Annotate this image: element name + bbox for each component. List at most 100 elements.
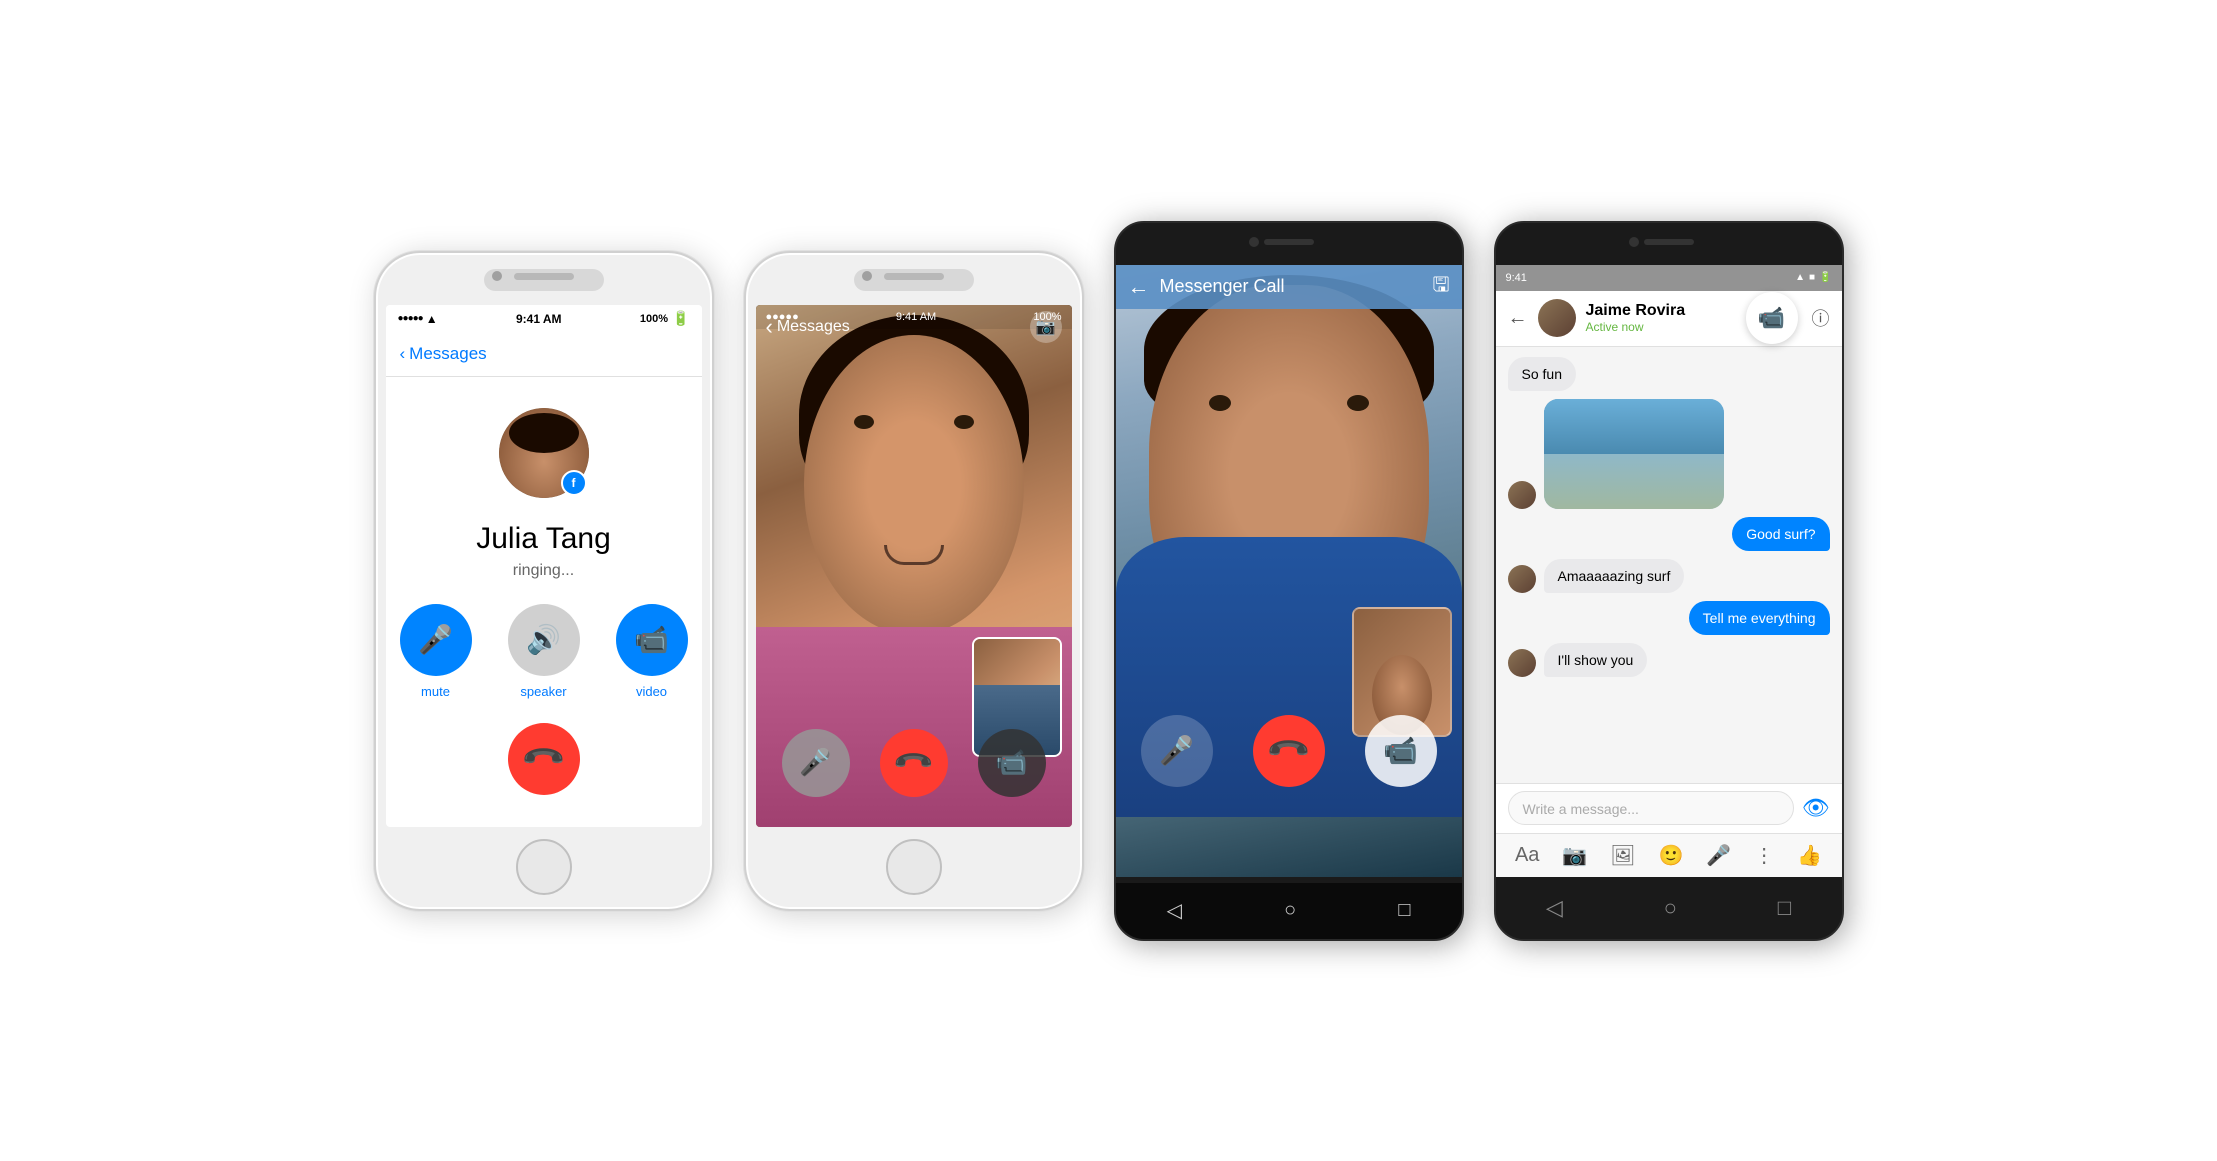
phone4-screen-content: 9:41 ▲ ■ 🔋 ← Jaime Rovira Active now (1496, 265, 1842, 877)
nav4-home-icon[interactable]: ○ (1664, 895, 1677, 921)
speaker-group: 🔊 speaker (508, 604, 580, 699)
bubble-show-you: I'll show you (1544, 643, 1648, 677)
phone3-end-icon: 📞 (1265, 727, 1313, 775)
wifi-icon-4: ▲ (1795, 272, 1805, 283)
phone2-mute-icon: 🎤 (799, 747, 831, 778)
nav4-recent-icon[interactable]: □ (1778, 895, 1791, 921)
phone4-header: ← Jaime Rovira Active now 📹 ⓘ (1496, 291, 1842, 347)
phone4-avatar (1538, 299, 1576, 337)
speaker-button[interactable]: 🔊 (508, 604, 580, 676)
msg-text-show-you: I'll show you (1558, 652, 1634, 668)
phone-1-iphone-voice: ●●●●● ▲ 9:41 AM 100% 🔋 ‹ Messages (374, 251, 714, 911)
mute-button[interactable]: 🎤 (400, 604, 472, 676)
phone3-top-bar: ← Messenger Call 🖫 (1116, 265, 1462, 309)
speaker-dot (514, 273, 574, 280)
phone4-contact-name: Jaime Rovira (1586, 302, 1686, 320)
msg-text-amazing-surf: Amaaaaazing surf (1558, 568, 1671, 584)
toolbar-emoji-btn[interactable]: 🙂 (1658, 843, 1683, 868)
phone3-call-controls: 🎤 📞 📹 (1116, 715, 1462, 787)
phone2-call-controls: 🎤 📞 📹 (756, 729, 1072, 797)
phone1-body: f Julia Tang ringing... 🎤 mute (386, 377, 702, 827)
chevron-left-icon: ‹ (400, 344, 406, 364)
phone3-screen-content: ← Messenger Call 🖫 🎤 📞 (1116, 265, 1462, 877)
camera-dot-2 (862, 271, 872, 281)
phone2-camera-btn[interactable]: 📷 (1030, 311, 1062, 343)
phone3-end-btn[interactable]: 📞 (1253, 715, 1325, 787)
toolbar-image-btn[interactable]: 🖼 (1610, 843, 1635, 868)
nav-back-icon[interactable]: ◁ (1167, 898, 1182, 923)
bubble-good-surf: Good surf? (1732, 517, 1829, 551)
phone3-android-nav: ◁ ○ □ (1116, 883, 1462, 939)
image-bubble (1544, 399, 1724, 509)
toolbar-camera-btn[interactable]: 📷 (1562, 843, 1587, 868)
call-status: ringing... (476, 562, 611, 580)
phone3-mute-btn[interactable]: 🎤 (1141, 715, 1213, 787)
msg-tell-me: Tell me everything (1508, 601, 1830, 635)
phone-4-screen: 9:41 ▲ ■ 🔋 ← Jaime Rovira Active now (1496, 265, 1842, 877)
back-label: Messages (409, 344, 486, 364)
phone2-back-btn[interactable]: ‹ (766, 314, 773, 340)
nav-recent-icon[interactable]: □ (1398, 899, 1410, 922)
chat-message-list: So fun Goo (1496, 347, 1842, 783)
toolbar-like-btn[interactable]: 👍 (1797, 843, 1822, 868)
battery-icon-4: 🔋 (1819, 272, 1831, 283)
speaker-dot-3 (1264, 239, 1314, 245)
phone-2-screen: ●●●●● 9:41 AM 100% ‹ Messages 📷 (756, 305, 1072, 827)
toolbar-mic-btn[interactable]: 🎤 (1706, 843, 1731, 868)
chat-input-bar: Write a message... 👁 (1496, 783, 1842, 833)
phone4-android-nav: ◁ ○ □ (1496, 877, 1842, 939)
end-call-icon: 📞 (520, 735, 568, 783)
bubble-tell-me: Tell me everything (1689, 601, 1830, 635)
nav4-back-icon[interactable]: ◁ (1546, 895, 1563, 921)
phone-4-android-chat: 9:41 ▲ ■ 🔋 ← Jaime Rovira Active now (1494, 221, 1844, 941)
face-shape (804, 335, 1024, 635)
msg-good-surf: Good surf? (1508, 517, 1830, 551)
input-placeholder: Write a message... (1523, 801, 1639, 817)
signal-icon-4: ■ (1809, 272, 1815, 283)
home-button[interactable] (516, 839, 572, 895)
scene: ●●●●● ▲ 9:41 AM 100% 🔋 ‹ Messages (0, 0, 2217, 1161)
phone1-nav: ‹ Messages (386, 333, 702, 377)
nav-home-icon[interactable]: ○ (1284, 899, 1296, 922)
contact-name-block: Julia Tang ringing... (476, 522, 611, 580)
speaker-icon: 🔊 (526, 623, 561, 656)
phone3-back-btn[interactable]: ← (1128, 274, 1150, 300)
video-call-icon-4: 📹 (1758, 305, 1785, 331)
toolbar-more-btn[interactable]: ⋮ (1754, 843, 1774, 868)
speaker-label: speaker (520, 684, 566, 699)
phone3-video-btn[interactable]: 📹 (1365, 715, 1437, 787)
toolbar-font-btn[interactable]: Aa (1515, 844, 1539, 867)
phone2-end-icon: 📞 (891, 740, 936, 785)
phone4-back-btn[interactable]: ← (1508, 307, 1528, 330)
sender-avatar-1 (1508, 481, 1536, 509)
phone4-contact-info: Jaime Rovira Active now (1586, 302, 1686, 334)
phone3-save-icon[interactable]: 🖫 (1432, 270, 1449, 304)
phone3-title: Messenger Call (1160, 276, 1285, 297)
send-button[interactable]: 👁 (1802, 795, 1830, 821)
bubble-so-fun: So fun (1508, 357, 1576, 391)
end-call-button[interactable]: 📞 (508, 723, 580, 795)
bubble-amazing-surf: Amaaaaazing surf (1544, 559, 1685, 593)
call-controls: 🎤 mute 🔊 speaker 📹 (400, 604, 688, 699)
phone2-video-icon: 📹 (995, 747, 1027, 778)
message-input[interactable]: Write a message... (1508, 791, 1794, 825)
phone4-info-btn[interactable]: ⓘ (1812, 305, 1830, 331)
phone-1-screen: ●●●●● ▲ 9:41 AM 100% 🔋 ‹ Messages (386, 305, 702, 827)
phone2-video-btn[interactable]: 📹 (978, 729, 1046, 797)
phone4-status-bar: 9:41 ▲ ■ 🔋 (1496, 265, 1842, 291)
phone2-end-btn[interactable]: 📞 (880, 729, 948, 797)
phone2-nav-label: Messages (777, 318, 850, 336)
home-button-2[interactable] (886, 839, 942, 895)
phone2-screen-content: ●●●●● 9:41 AM 100% ‹ Messages 📷 (756, 305, 1072, 827)
phone4-time: 9:41 (1506, 272, 1527, 284)
phone2-mute-btn[interactable]: 🎤 (782, 729, 850, 797)
phone-3-android-video: ← Messenger Call 🖫 🎤 📞 (1114, 221, 1464, 941)
video-button[interactable]: 📹 (616, 604, 688, 676)
phone3-video-icon: 📹 (1383, 734, 1418, 767)
back-button[interactable]: ‹ Messages (400, 344, 487, 364)
battery-icon: 🔋 (672, 310, 689, 327)
mute-icon: 🎤 (418, 623, 453, 656)
wifi-icon: ▲ (426, 312, 438, 326)
mute-group: 🎤 mute (400, 604, 472, 699)
phone4-video-call-btn[interactable]: 📹 (1746, 292, 1798, 344)
